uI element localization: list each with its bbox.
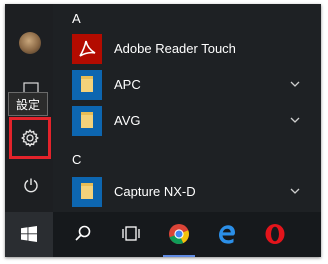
taskbar	[5, 212, 321, 257]
task-view-button[interactable]	[109, 212, 153, 257]
chrome-taskbar-button[interactable]	[157, 212, 201, 257]
chevron-down-icon[interactable]	[290, 115, 300, 125]
chevron-down-icon[interactable]	[290, 186, 300, 196]
folder-icon	[72, 106, 102, 136]
start-button[interactable]	[5, 212, 53, 257]
app-label: APC	[114, 77, 141, 92]
windows-start-icon	[21, 226, 37, 242]
app-item-adobe-reader-touch[interactable]: Adobe Reader Touch	[72, 34, 312, 64]
opera-taskbar-button[interactable]	[253, 212, 297, 257]
app-item-apc[interactable]: APC	[72, 70, 312, 100]
user-avatar[interactable]	[19, 32, 41, 54]
app-item-capture-nx-d[interactable]: Capture NX-D	[72, 177, 312, 207]
edge-taskbar-button[interactable]	[205, 212, 249, 257]
task-view-icon	[122, 226, 140, 241]
app-item-avg[interactable]: AVG	[72, 106, 312, 136]
settings-button[interactable]	[9, 117, 51, 159]
app-label: Capture NX-D	[114, 184, 196, 199]
opera-icon	[265, 224, 285, 244]
start-left-rail: 設定	[5, 4, 53, 212]
app-list: A Adobe Reader Touch APC AVG C Capture N…	[53, 4, 321, 212]
app-label: AVG	[114, 113, 141, 128]
edge-icon	[219, 225, 235, 244]
group-header-a[interactable]: A	[72, 11, 81, 26]
search-button[interactable]	[61, 212, 105, 257]
chrome-icon	[169, 224, 189, 245]
gear-icon	[21, 129, 39, 147]
power-icon[interactable]	[23, 177, 39, 193]
settings-tooltip: 設定	[8, 92, 48, 116]
app-label: Adobe Reader Touch	[114, 41, 236, 56]
folder-icon	[72, 177, 102, 207]
chevron-down-icon[interactable]	[290, 79, 300, 89]
adobe-reader-icon	[72, 34, 102, 64]
search-icon	[75, 225, 91, 241]
start-menu-window: 設定 A Adobe Reader Touch APC AVG C Captur…	[5, 4, 321, 257]
group-header-c[interactable]: C	[72, 152, 81, 167]
folder-icon	[72, 70, 102, 100]
